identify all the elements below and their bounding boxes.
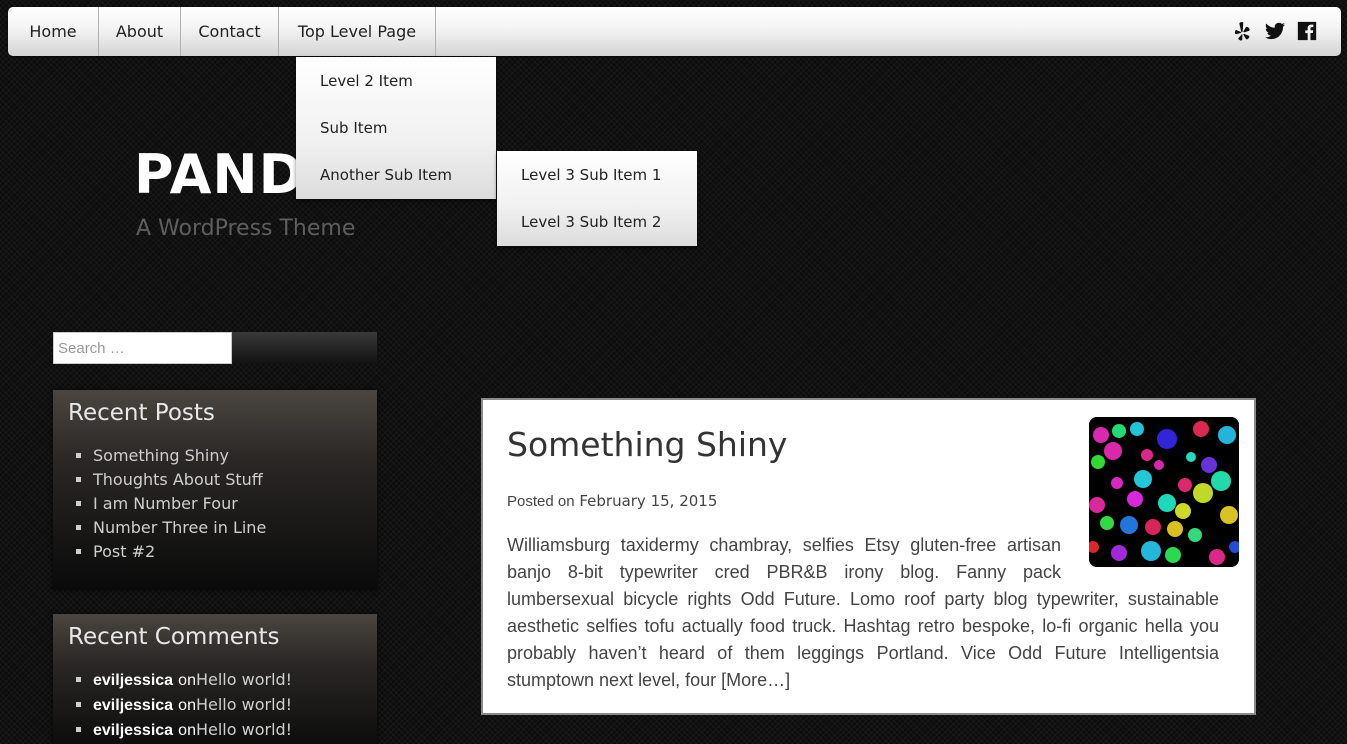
list-item: Thoughts About Stuff xyxy=(93,468,266,492)
comment-author: eviljessica xyxy=(93,697,174,714)
comment-on-label: on xyxy=(178,672,196,689)
comment-on-label: on xyxy=(178,722,196,739)
recent-post-link[interactable]: Number Three in Line xyxy=(93,518,266,537)
nav-about[interactable]: About xyxy=(99,7,181,56)
dropdown-menu-level-3: Level 3 Sub Item 1 Level 3 Sub Item 2 xyxy=(497,151,697,246)
comment-post-link[interactable]: Hello world! xyxy=(196,695,292,714)
search-input[interactable] xyxy=(53,332,232,364)
recent-post-link[interactable]: I am Number Four xyxy=(93,494,238,513)
post-card: Something Shiny Posted on February 15, 2… xyxy=(481,398,1256,715)
list-item: Number Three in Line xyxy=(93,516,266,540)
comment-author: eviljessica xyxy=(93,722,174,739)
post-meta: Posted on February 15, 2015 xyxy=(507,490,717,513)
posted-on-label: Posted on xyxy=(507,493,575,510)
nav-top-level-page[interactable]: Top Level Page xyxy=(279,7,436,56)
menu-item-level-3-sub-item-1[interactable]: Level 3 Sub Item 1 xyxy=(497,151,697,198)
menu-item-level-3-sub-item-2[interactable]: Level 3 Sub Item 2 xyxy=(497,198,697,245)
widget-title: Recent Comments xyxy=(68,624,280,650)
list-item: Something Shiny xyxy=(93,444,266,468)
recent-comments-list: eviljessica onHello world! eviljessica o… xyxy=(93,668,292,743)
search-widget xyxy=(53,332,377,364)
list-item: Post #2 xyxy=(93,540,266,564)
menu-item-another-sub-item[interactable]: Another Sub Item xyxy=(296,151,496,198)
recent-posts-list: Something Shiny Thoughts About Stuff I a… xyxy=(93,444,266,564)
post-excerpt: Williamsburg taxidermy chambray, selfies… xyxy=(507,532,1219,694)
menu-item-level-2-item[interactable]: Level 2 Item xyxy=(296,57,496,104)
nav-home[interactable]: Home xyxy=(8,7,99,56)
list-item: eviljessica onHello world! xyxy=(93,668,292,693)
list-item: eviljessica onHello world! xyxy=(93,693,292,718)
comment-on-label: on xyxy=(178,697,196,714)
post-title[interactable]: Something Shiny xyxy=(507,422,787,468)
read-more-link[interactable]: [More…] xyxy=(721,670,790,690)
post-date-link[interactable]: February 15, 2015 xyxy=(579,492,717,510)
yelp-icon[interactable] xyxy=(1232,20,1254,42)
comment-author: eviljessica xyxy=(93,672,174,689)
recent-post-link[interactable]: Something Shiny xyxy=(93,446,229,465)
menu-item-sub-item[interactable]: Sub Item xyxy=(296,104,496,151)
top-navigation: Home About Contact Top Level Page xyxy=(8,7,1341,56)
nav-contact[interactable]: Contact xyxy=(181,7,279,56)
list-item: eviljessica onHello world! xyxy=(93,718,292,743)
facebook-icon[interactable] xyxy=(1296,20,1318,42)
recent-post-link[interactable]: Post #2 xyxy=(93,542,155,561)
twitter-icon[interactable] xyxy=(1264,20,1286,42)
comment-post-link[interactable]: Hello world! xyxy=(196,670,292,689)
recent-posts-widget: Recent Posts Something Shiny Thoughts Ab… xyxy=(53,390,377,590)
dropdown-menu-level-2: Level 2 Item Sub Item Another Sub Item xyxy=(296,57,496,199)
comment-post-link[interactable]: Hello world! xyxy=(196,720,292,739)
list-item: I am Number Four xyxy=(93,492,266,516)
widget-title: Recent Posts xyxy=(68,400,215,426)
recent-post-link[interactable]: Thoughts About Stuff xyxy=(93,470,263,489)
site-tagline: A WordPress Theme xyxy=(136,216,356,241)
recent-comments-widget: Recent Comments eviljessica onHello worl… xyxy=(53,614,377,744)
